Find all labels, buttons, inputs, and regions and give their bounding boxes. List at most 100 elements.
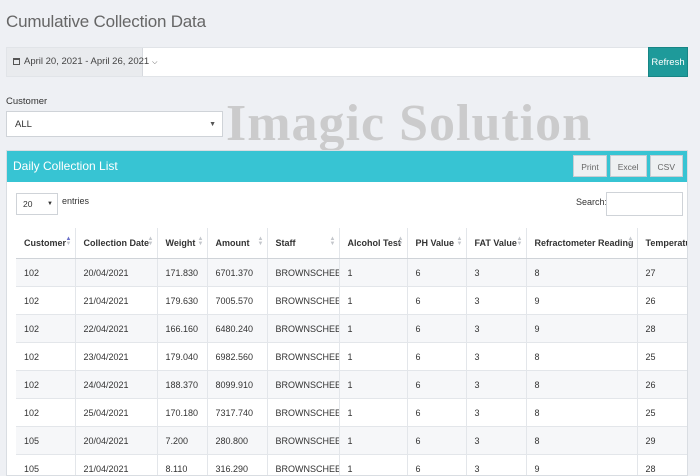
table-row: 10220/04/2021171.8306701.370BROWNSCHEESE… xyxy=(16,258,687,287)
table-cell: 1 xyxy=(339,286,408,315)
table-cell: 29 xyxy=(637,426,687,455)
table-cell: 20/04/2021 xyxy=(75,426,158,455)
table-body: 10220/04/2021171.8306701.370BROWNSCHEESE… xyxy=(16,258,687,475)
column-header-label: Staff xyxy=(275,238,296,248)
table-cell: 1 xyxy=(339,398,408,427)
table-cell: 1 xyxy=(339,454,408,475)
table-cell: 6 xyxy=(407,342,467,371)
table-cell: 21/04/2021 xyxy=(75,286,158,315)
table-cell: 102 xyxy=(16,370,76,399)
sort-icon: ▲ ▼ xyxy=(329,236,336,247)
table-cell: 8099.910 xyxy=(207,370,268,399)
column-header-label: Alcohol Test xyxy=(347,238,401,248)
table-cell: 8 xyxy=(526,370,638,399)
column-header[interactable]: FAT Value ▲ ▼ xyxy=(466,228,527,259)
column-header[interactable]: Refractometer Reading ▲ ▼ xyxy=(526,228,638,259)
table-cell: 6 xyxy=(407,454,467,475)
table-cell: BROWNSCHEESE xyxy=(267,370,340,399)
column-header[interactable]: Collection Date ▲ ▼ xyxy=(75,228,158,259)
sort-icon: ▲ ▼ xyxy=(257,236,264,247)
table-cell: 8.110 xyxy=(157,454,208,475)
sort-icon: ▲ ▼ xyxy=(65,236,72,247)
column-header-label: Weight xyxy=(165,238,196,248)
table-cell: 9 xyxy=(526,314,638,343)
table-row: 10224/04/2021188.3708099.910BROWNSCHEESE… xyxy=(16,370,687,399)
sort-icon: ▲ ▼ xyxy=(147,236,154,247)
daily-collection-panel: Daily Collection List Print Excel CSV 20… xyxy=(6,150,688,476)
table-cell: 102 xyxy=(16,342,76,371)
filter-toolbar: April 20, 2021 - April 26, 2021 ⌵ Refresh xyxy=(6,47,688,77)
column-header-label: Collection Date xyxy=(83,238,150,248)
csv-button[interactable]: CSV xyxy=(649,155,683,177)
table-row: 10521/04/20218.110316.290BROWNSCHEESE163… xyxy=(16,454,687,475)
table-cell: 179.040 xyxy=(157,342,208,371)
customer-select[interactable]: ALL ▼ xyxy=(6,111,223,137)
table-cell: 25 xyxy=(637,342,687,371)
collection-table: Customer ▲ ▼ Collection Date ▲ ▼ Weight ▲ ▼ Amoun… xyxy=(16,228,687,475)
table-cell: 28 xyxy=(637,454,687,475)
table-cell: 7317.740 xyxy=(207,398,268,427)
table-cell: 23/04/2021 xyxy=(75,342,158,371)
table-cell: 8 xyxy=(526,342,638,371)
date-range-picker[interactable]: April 20, 2021 - April 26, 2021 ⌵ xyxy=(7,48,157,76)
table-cell: 6480.240 xyxy=(207,314,268,343)
table-row: 10223/04/2021179.0406982.560BROWNSCHEESE… xyxy=(16,342,687,371)
table-cell: 22/04/2021 xyxy=(75,314,158,343)
search-label: Search: xyxy=(576,197,608,207)
table-cell: 25 xyxy=(637,398,687,427)
sort-icon: ▲ ▼ xyxy=(456,236,463,247)
table-cell: 9 xyxy=(526,286,638,315)
table-cell: 102 xyxy=(16,398,76,427)
column-header[interactable]: Customer ▲ ▼ xyxy=(16,228,76,259)
table-cell: 1 xyxy=(339,426,408,455)
page-length-value: 20 xyxy=(23,199,33,209)
print-button[interactable]: Print xyxy=(573,155,607,177)
table-cell: 1 xyxy=(339,342,408,371)
table-cell: BROWNSCHEESE xyxy=(267,426,340,455)
calendar-icon xyxy=(13,58,20,65)
table-cell: 20/04/2021 xyxy=(75,258,158,287)
table-cell: 6 xyxy=(407,258,467,287)
page-title: Cumulative Collection Data xyxy=(6,12,206,31)
table-row: 10520/04/20217.200280.800BROWNSCHEESE163… xyxy=(16,426,687,455)
table-cell: 170.180 xyxy=(157,398,208,427)
table-cell: 8 xyxy=(526,398,638,427)
table-cell: 1 xyxy=(339,370,408,399)
table-cell: 3 xyxy=(466,370,527,399)
table-cell: 3 xyxy=(466,454,527,475)
column-header[interactable]: Amount ▲ ▼ xyxy=(207,228,268,259)
table-cell: 105 xyxy=(16,426,76,455)
caret-down-icon: ▼ xyxy=(209,121,216,128)
table-cell: 3 xyxy=(466,258,527,287)
table-cell: 3 xyxy=(466,286,527,315)
table-cell: 28 xyxy=(637,314,687,343)
table-cell: 179.630 xyxy=(157,286,208,315)
table-cell: 7005.570 xyxy=(207,286,268,315)
table-cell: 3 xyxy=(466,426,527,455)
column-header[interactable]: Weight ▲ ▼ xyxy=(157,228,208,259)
table-cell: 25/04/2021 xyxy=(75,398,158,427)
sort-icon: ▲ ▼ xyxy=(397,236,404,247)
table-cell: BROWNSCHEESE xyxy=(267,342,340,371)
column-header-label: Amount xyxy=(215,238,250,248)
column-header[interactable]: Temperatu▲▼ xyxy=(637,228,687,259)
table-cell: 1 xyxy=(339,314,408,343)
table-cell: BROWNSCHEESE xyxy=(267,258,340,287)
excel-button[interactable]: Excel xyxy=(609,155,647,177)
table-cell: 26 xyxy=(637,370,687,399)
table-cell: 166.160 xyxy=(157,314,208,343)
chevron-down-icon: ⌵ xyxy=(152,59,158,66)
search-input[interactable] xyxy=(606,192,683,216)
table-header-row: Customer ▲ ▼ Collection Date ▲ ▼ Weight ▲ ▼ Amoun… xyxy=(16,228,687,259)
table-cell: 26 xyxy=(637,286,687,315)
table-cell: 1 xyxy=(339,258,408,287)
export-buttons: Print Excel CSV xyxy=(573,155,683,177)
sort-icon: ▲ ▼ xyxy=(197,236,204,247)
column-header[interactable]: PH Value ▲ ▼ xyxy=(407,228,467,259)
table-cell: BROWNSCHEESE xyxy=(267,454,340,475)
page-length-select[interactable]: 20 ▼ xyxy=(16,193,58,215)
sort-icon: ▲ ▼ xyxy=(516,236,523,247)
refresh-button[interactable]: Refresh xyxy=(648,47,688,77)
column-header[interactable]: Alcohol Test ▲ ▼ xyxy=(339,228,408,259)
column-header[interactable]: Staff ▲ ▼ xyxy=(267,228,340,259)
